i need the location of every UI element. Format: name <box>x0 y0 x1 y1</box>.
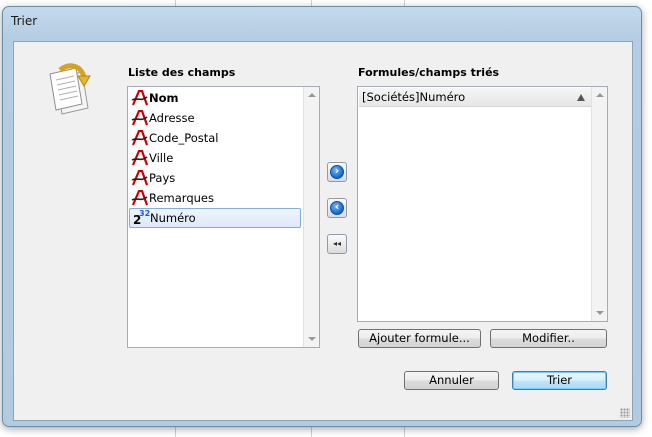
alpha-field-icon <box>131 169 149 186</box>
sorted-scrollbar[interactable] <box>591 87 607 321</box>
field-item-pays[interactable]: Pays <box>129 168 301 188</box>
sort-button[interactable]: Trier <box>512 371 607 390</box>
window-title: Trier <box>11 14 38 28</box>
remove-all-button[interactable]: ◂◂ <box>327 234 347 254</box>
arrow-left-icon: ‹ <box>330 200 344 215</box>
field-label: Numéro <box>150 211 196 225</box>
modify-button[interactable]: Modifier.. <box>490 329 607 348</box>
cancel-button[interactable]: Annuler <box>404 371 499 390</box>
alpha-field-icon <box>131 129 149 146</box>
fields-scrollbar[interactable] <box>303 87 319 347</box>
field-label: Remarques <box>149 191 214 205</box>
field-item-ville[interactable]: Ville <box>129 148 301 168</box>
field-label: Adresse <box>149 111 195 125</box>
sorted-list-label: Formules/champs triés <box>358 66 500 79</box>
fields-list-label: Liste des champs <box>128 66 236 79</box>
alpha-field-icon <box>131 189 149 206</box>
sorted-listbox[interactable]: [Sociétés]Numéro <box>357 86 608 322</box>
add-formula-button[interactable]: Ajouter formule... <box>358 329 481 348</box>
sort-ascending-icon[interactable] <box>577 94 585 101</box>
scroll-down-icon[interactable] <box>308 337 316 341</box>
field-label: Pays <box>149 171 176 185</box>
scroll-down-icon[interactable] <box>596 311 604 315</box>
scroll-up-icon[interactable] <box>596 93 604 97</box>
dialog-content: Liste des champs Nom Adresse Code_Postal <box>13 41 633 421</box>
double-arrow-left-icon: ◂◂ <box>332 239 342 248</box>
field-item-remarques[interactable]: Remarques <box>129 188 301 208</box>
sort-documents-icon <box>49 63 91 115</box>
scroll-up-icon[interactable] <box>308 93 316 97</box>
sorted-item-label: [Sociétés]Numéro <box>362 90 466 104</box>
field-item-numero[interactable]: 2 32 Numéro <box>129 208 301 228</box>
field-label: Code_Postal <box>149 131 219 145</box>
numeric-icon-superscript: 32 <box>139 209 151 218</box>
numeric-field-icon: 2 32 <box>132 209 151 227</box>
fields-listbox[interactable]: Nom Adresse Code_Postal Ville Pays Remar… <box>127 86 320 348</box>
field-label: Nom <box>149 91 179 105</box>
field-item-adresse[interactable]: Adresse <box>129 108 301 128</box>
sorted-item[interactable]: [Sociétés]Numéro <box>359 88 591 107</box>
sort-dialog: Trier Liste des champs Nom Adresse Code_… <box>2 6 642 427</box>
remove-field-button[interactable]: ‹ <box>327 198 347 218</box>
alpha-field-icon <box>131 149 149 166</box>
resize-grip-icon[interactable] <box>620 408 630 418</box>
arrow-right-icon: › <box>330 164 344 179</box>
alpha-field-icon <box>131 89 149 106</box>
alpha-field-icon <box>131 109 149 126</box>
field-item-code-postal[interactable]: Code_Postal <box>129 128 301 148</box>
field-label: Ville <box>149 151 174 165</box>
field-item-nom[interactable]: Nom <box>129 88 301 108</box>
add-field-button[interactable]: › <box>327 162 347 182</box>
